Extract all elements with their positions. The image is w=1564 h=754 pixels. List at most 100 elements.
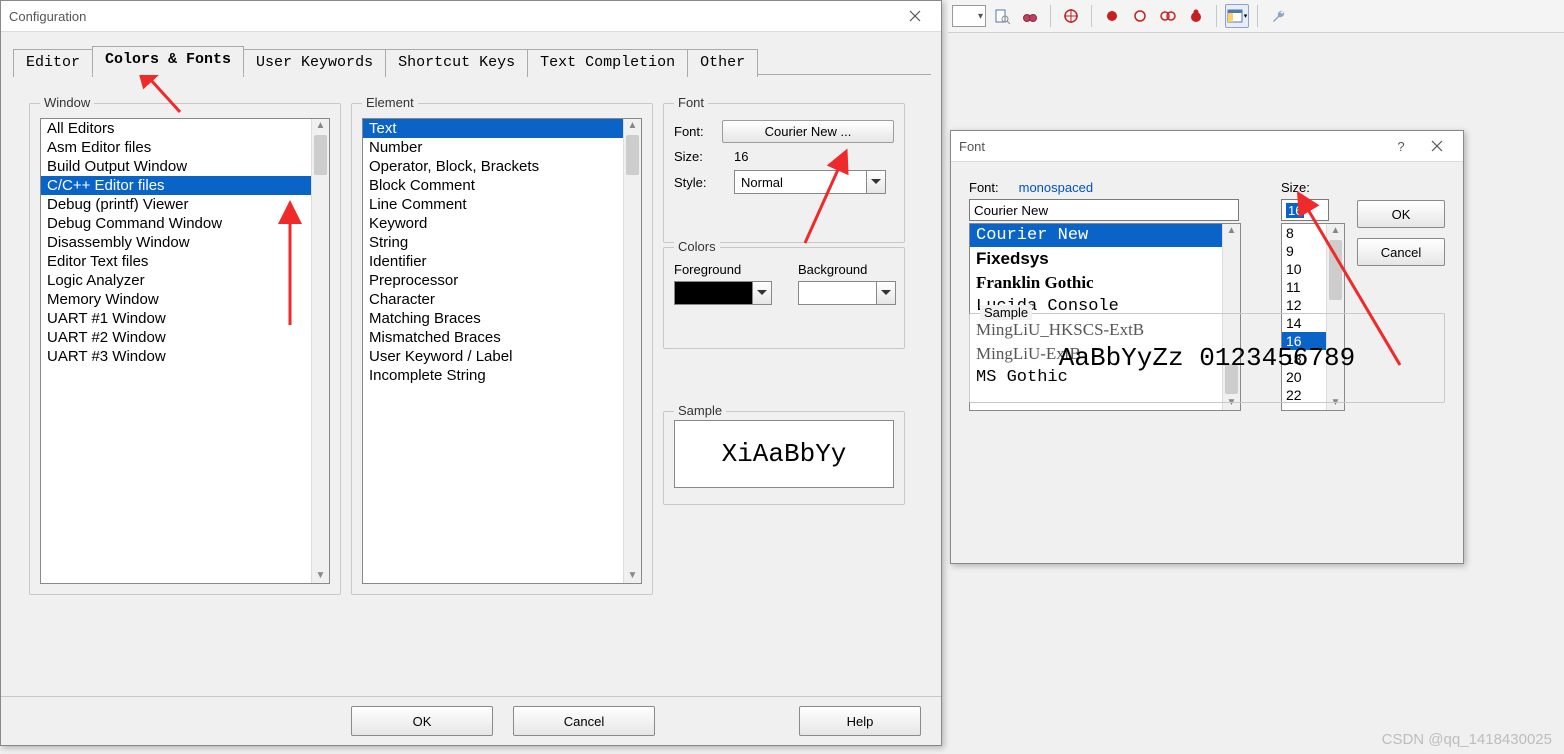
- style-label: Style:: [674, 175, 724, 190]
- list-item[interactable]: Debug Command Window: [41, 214, 311, 233]
- layout-toggle-icon[interactable]: ▾: [1225, 4, 1249, 28]
- scroll-up-icon[interactable]: ▲: [628, 121, 638, 131]
- window-listbox[interactable]: All EditorsAsm Editor filesBuild Output …: [40, 118, 330, 584]
- foreground-label: Foreground: [674, 262, 741, 277]
- record-hollow-icon[interactable]: [1128, 4, 1152, 28]
- list-item[interactable]: Build Output Window: [41, 157, 311, 176]
- list-item[interactable]: Debug (printf) Viewer: [41, 195, 311, 214]
- target-icon[interactable]: [1059, 4, 1083, 28]
- list-item[interactable]: Franklin Gothic: [970, 271, 1222, 295]
- list-item[interactable]: All Editors: [41, 119, 311, 138]
- list-item[interactable]: UART #3 Window: [41, 347, 311, 366]
- scroll-up-icon[interactable]: ▲: [1227, 226, 1237, 236]
- list-item[interactable]: 10: [1282, 260, 1326, 278]
- bug-red-icon[interactable]: [1184, 4, 1208, 28]
- tab-editor[interactable]: Editor: [13, 49, 93, 77]
- font-dialog-titlebar: Font ?: [951, 131, 1463, 162]
- element-listbox[interactable]: TextNumberOperator, Block, BracketsBlock…: [362, 118, 642, 584]
- record-red-icon[interactable]: [1100, 4, 1124, 28]
- font-picker-button[interactable]: Courier New ...: [722, 120, 894, 143]
- list-item[interactable]: Asm Editor files: [41, 138, 311, 157]
- font-label: Font:: [674, 124, 712, 139]
- font-legend: Font: [674, 95, 708, 110]
- background-color-picker[interactable]: [798, 281, 896, 305]
- list-item[interactable]: Courier New: [970, 224, 1222, 247]
- size-input[interactable]: 16: [1281, 199, 1329, 221]
- tab-text-completion[interactable]: Text Completion: [527, 49, 688, 77]
- list-item[interactable]: UART #2 Window: [41, 328, 311, 347]
- tab-user-keywords[interactable]: User Keywords: [243, 49, 386, 77]
- list-item[interactable]: Text: [363, 119, 623, 138]
- help-icon[interactable]: ?: [1383, 133, 1419, 159]
- chevron-down-icon[interactable]: [876, 282, 895, 304]
- list-item[interactable]: Number: [363, 138, 623, 157]
- ok-button[interactable]: OK: [1357, 200, 1445, 228]
- scroll-down-icon[interactable]: ▼: [628, 571, 638, 581]
- sample-preview: XiAaBbYy: [674, 420, 894, 488]
- help-button[interactable]: Help: [799, 706, 921, 736]
- colors-legend: Colors: [674, 239, 720, 254]
- list-item[interactable]: Matching Braces: [363, 309, 623, 328]
- font-sample-preview: AaBbYyZz 0123456789: [970, 314, 1444, 402]
- list-item[interactable]: Preprocessor: [363, 271, 623, 290]
- list-item[interactable]: Keyword: [363, 214, 623, 233]
- wrench-icon[interactable]: [1266, 4, 1290, 28]
- config-titlebar: Configuration: [1, 1, 941, 32]
- scroll-up-icon[interactable]: ▲: [316, 121, 326, 131]
- scrollbar[interactable]: ▲ ▼: [623, 119, 641, 583]
- ok-button[interactable]: OK: [351, 706, 493, 736]
- config-button-bar: OK Cancel Help: [1, 696, 941, 745]
- font-dialog-title: Font: [959, 139, 985, 154]
- list-item[interactable]: Incomplete String: [363, 366, 623, 385]
- tab-other[interactable]: Other: [687, 49, 758, 77]
- list-item[interactable]: C/C++ Editor files: [41, 176, 311, 195]
- separator-icon: [1257, 5, 1258, 27]
- list-item[interactable]: 11: [1282, 278, 1326, 296]
- cancel-button[interactable]: Cancel: [513, 706, 655, 736]
- separator-icon: [1091, 5, 1092, 27]
- list-item[interactable]: 12: [1282, 296, 1326, 314]
- separator-icon: [1216, 5, 1217, 27]
- scrollbar[interactable]: ▲ ▼: [311, 119, 329, 583]
- scroll-down-icon[interactable]: ▼: [316, 571, 326, 581]
- chevron-down-icon[interactable]: [752, 282, 771, 304]
- list-item[interactable]: UART #1 Window: [41, 309, 311, 328]
- close-icon[interactable]: [897, 3, 933, 29]
- cancel-button[interactable]: Cancel: [1357, 238, 1445, 266]
- size-field-label: Size:: [1281, 180, 1343, 195]
- close-icon[interactable]: [1419, 133, 1455, 159]
- foreground-color-picker[interactable]: [674, 281, 772, 305]
- separator-icon: [1050, 5, 1051, 27]
- list-item[interactable]: Line Comment: [363, 195, 623, 214]
- list-item[interactable]: String: [363, 233, 623, 252]
- font-hint-link[interactable]: monospaced: [1019, 180, 1093, 195]
- font-name-input[interactable]: [969, 199, 1239, 221]
- font-dialog: Font ? Font: monospaced Courier NewFixed…: [950, 130, 1464, 564]
- list-item[interactable]: 9: [1282, 242, 1326, 260]
- tab-shortcut-keys[interactable]: Shortcut Keys: [385, 49, 528, 77]
- list-item[interactable]: Editor Text files: [41, 252, 311, 271]
- list-item[interactable]: Disassembly Window: [41, 233, 311, 252]
- list-item[interactable]: User Keyword / Label: [363, 347, 623, 366]
- list-item[interactable]: Memory Window: [41, 290, 311, 309]
- list-item[interactable]: Operator, Block, Brackets: [363, 157, 623, 176]
- list-item[interactable]: Character: [363, 290, 623, 309]
- list-item[interactable]: 8: [1282, 224, 1326, 242]
- scroll-up-icon[interactable]: ▲: [1331, 226, 1341, 236]
- list-item[interactable]: Block Comment: [363, 176, 623, 195]
- binoculars-icon[interactable]: [1018, 4, 1042, 28]
- toolbar-dropdown[interactable]: [952, 5, 986, 27]
- list-item[interactable]: Fixedsys: [970, 247, 1222, 271]
- style-value: Normal: [735, 175, 866, 190]
- size-value: 16: [734, 149, 748, 164]
- list-item[interactable]: Mismatched Braces: [363, 328, 623, 347]
- doc-search-icon[interactable]: [990, 4, 1014, 28]
- list-item[interactable]: Identifier: [363, 252, 623, 271]
- tab-colors-fonts[interactable]: Colors & Fonts: [92, 46, 244, 75]
- main-toolbar-fragment: ▾: [948, 0, 1564, 33]
- chevron-down-icon[interactable]: [866, 171, 885, 193]
- linked-circles-icon[interactable]: [1156, 4, 1180, 28]
- style-combobox[interactable]: Normal: [734, 170, 886, 194]
- list-item[interactable]: Logic Analyzer: [41, 271, 311, 290]
- element-legend: Element: [362, 95, 418, 110]
